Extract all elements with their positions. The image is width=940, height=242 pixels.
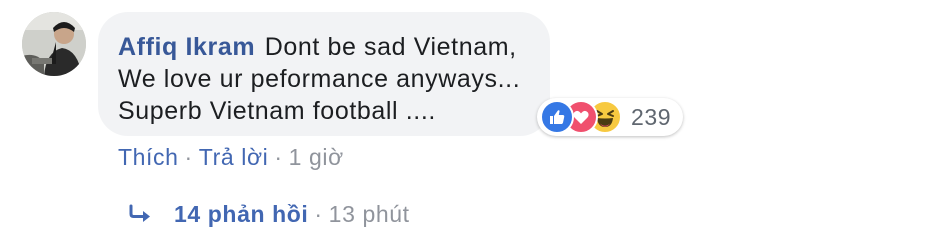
comment-line-1: Affiq Ikram Dont be sad Vietnam, — [118, 31, 530, 63]
comment-text-line-3: Superb Vietnam football .... — [118, 97, 436, 125]
reactions-summary[interactable]: 239 — [537, 98, 684, 136]
separator: · — [274, 144, 283, 170]
view-replies[interactable]: 14 phản hồi · 13 phút — [128, 199, 410, 229]
separator: · — [184, 144, 193, 170]
reply-link[interactable]: Trả lời — [199, 144, 269, 170]
comment-bubble: Affiq Ikram Dont be sad Vietnam, We love… — [98, 12, 550, 136]
like-icon — [540, 100, 574, 134]
comment-timestamp[interactable]: 1 giờ — [289, 144, 344, 170]
comment-actions: Thích · Trả lời · 1 giờ — [118, 142, 344, 172]
author-name[interactable]: Affiq Ikram — [118, 33, 255, 61]
replies-count-link[interactable]: 14 phản hồi — [174, 201, 308, 228]
reaction-count: 239 — [631, 103, 672, 130]
comment-text-line-2: We love ur peformance anyways... — [118, 65, 521, 93]
avatar[interactable] — [22, 12, 86, 76]
reply-arrow-icon — [129, 204, 150, 222]
avatar-photo — [22, 12, 86, 76]
like-link[interactable]: Thích — [118, 144, 179, 170]
replies-timestamp: 13 phút — [328, 200, 410, 227]
separator: · — [314, 200, 323, 227]
comment-text-line-1: Dont be sad Vietnam, — [264, 33, 517, 61]
